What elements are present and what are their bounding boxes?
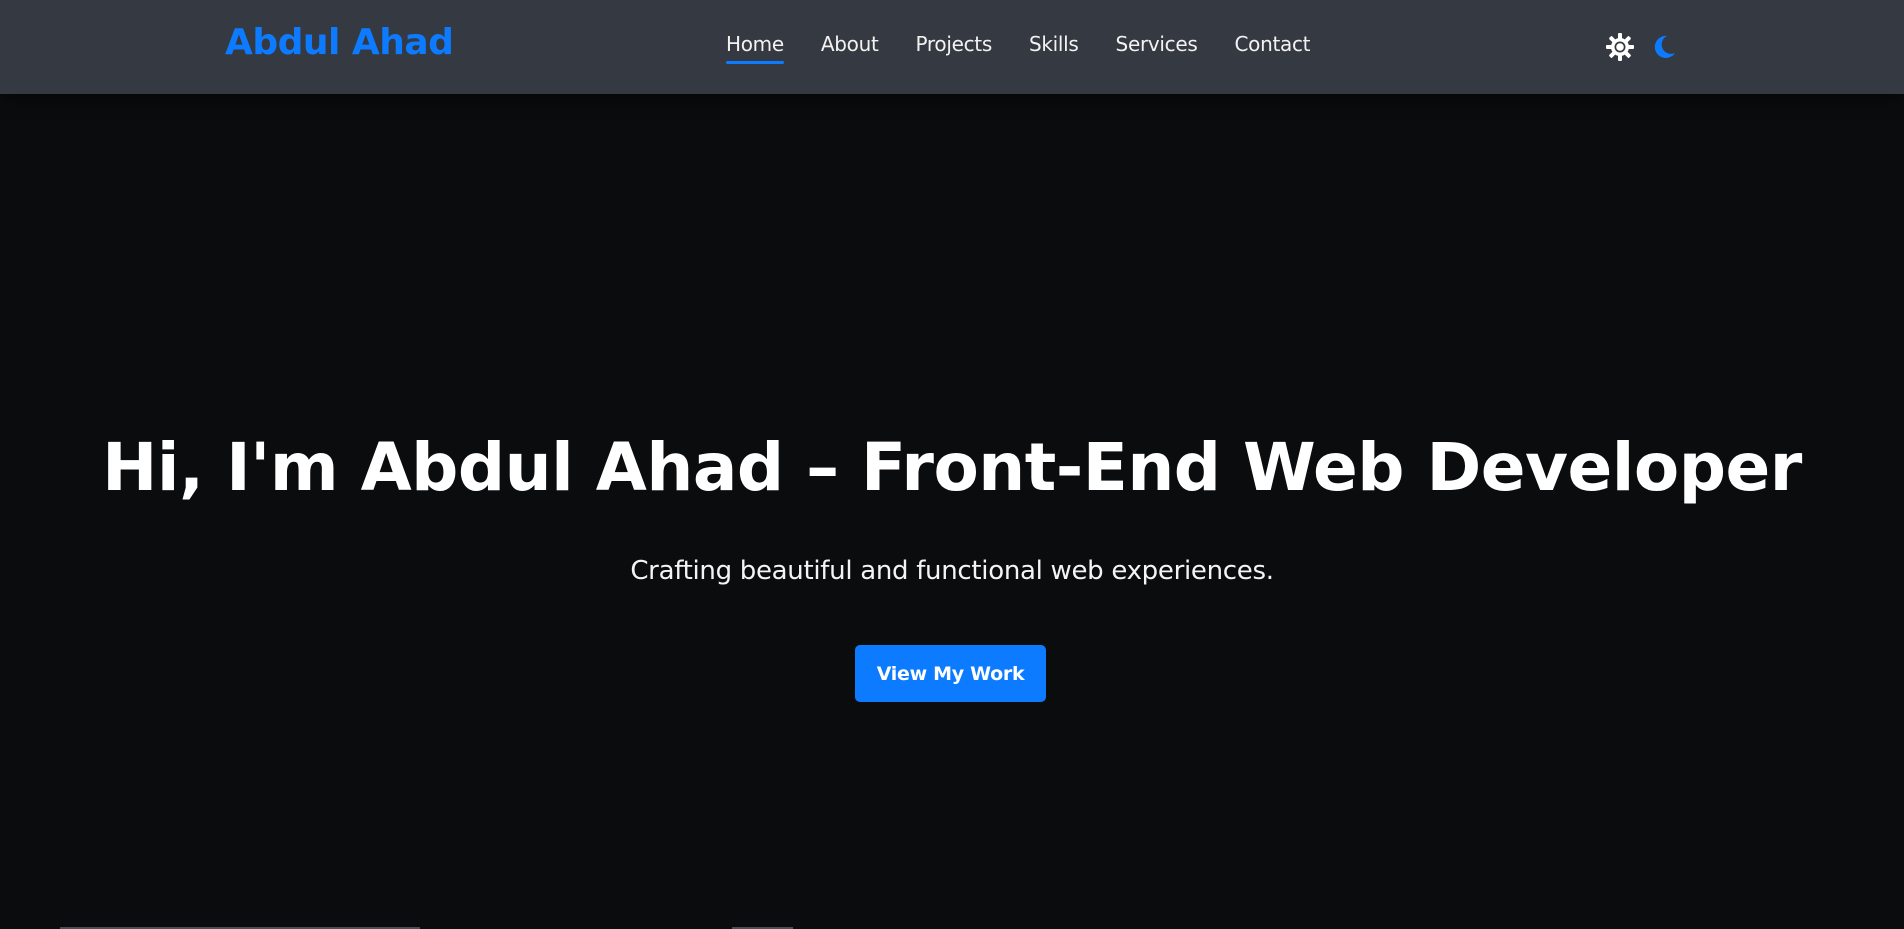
nav-skills[interactable]: Skills <box>1029 32 1079 64</box>
hero-section: Hi, I'm Abdul Ahad – Front-End Web Devel… <box>0 94 1904 929</box>
theme-toggle-group <box>1604 31 1680 63</box>
top-navbar: Abdul Ahad Home About Projects Skills Se… <box>0 0 1904 94</box>
hero-subtitle: Crafting beautiful and functional web ex… <box>630 556 1274 586</box>
nav-home[interactable]: Home <box>726 32 784 64</box>
main-nav: Home About Projects Skills Services Cont… <box>726 32 1347 72</box>
nav-contact[interactable]: Contact <box>1234 32 1310 64</box>
hero-title: Hi, I'm Abdul Ahad – Front-End Web Devel… <box>102 429 1802 506</box>
nav-projects[interactable]: Projects <box>916 32 993 64</box>
nav-services[interactable]: Services <box>1116 32 1198 64</box>
view-my-work-button[interactable]: View My Work <box>855 645 1046 702</box>
nav-about[interactable]: About <box>821 32 879 64</box>
moon-icon[interactable] <box>1648 31 1680 63</box>
brand-logo[interactable]: Abdul Ahad <box>225 22 454 63</box>
sun-gear-icon[interactable] <box>1604 31 1636 63</box>
